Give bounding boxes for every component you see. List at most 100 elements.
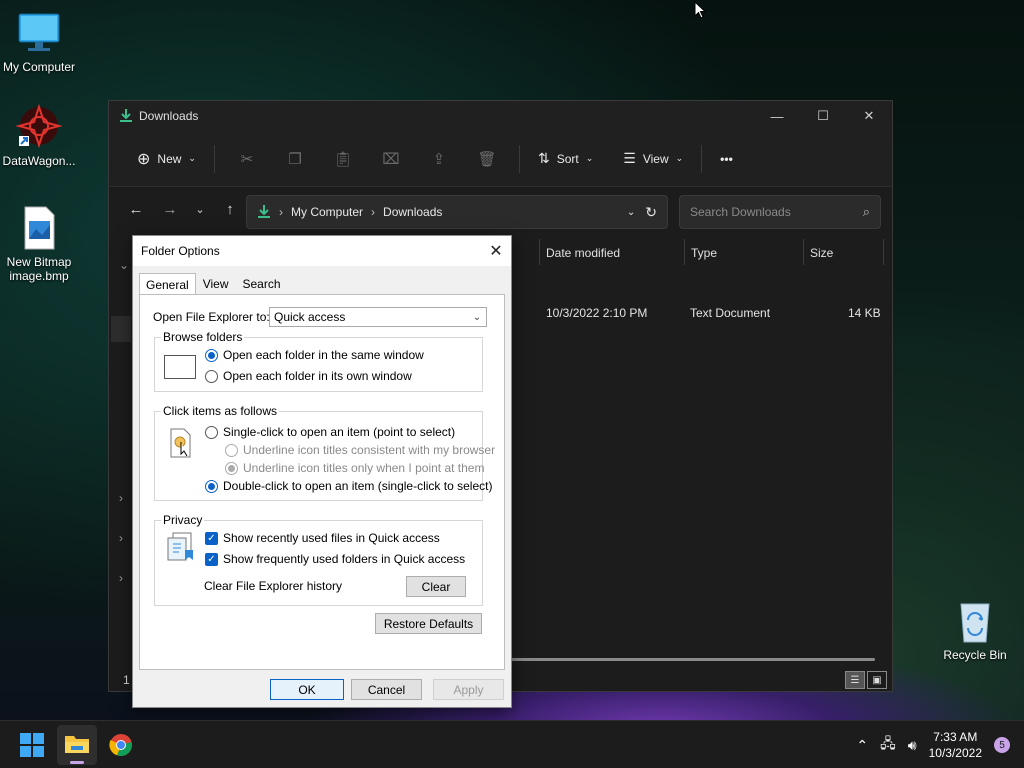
column-header-date[interactable]: Date modified <box>546 239 620 267</box>
chrome-icon[interactable] <box>109 733 133 760</box>
toolbar-divider <box>701 144 703 173</box>
nav-pane-expand-chevron-icon[interactable]: › <box>119 491 123 505</box>
desktop-icon-recycle-bin[interactable]: Recycle Bin <box>936 598 1014 662</box>
breadcrumb-downloads[interactable]: Downloads <box>383 205 442 219</box>
tab-strip: General View Search <box>139 272 288 296</box>
recent-locations-chevron-icon[interactable]: ⌄ <box>185 203 215 216</box>
view-button[interactable]: ☰ View ⌄ <box>613 144 693 173</box>
horizontal-scrollbar[interactable] <box>489 658 875 661</box>
browse-folders-legend: Browse folders <box>161 330 245 344</box>
explorer-titlebar[interactable]: Downloads — ☐ ✕ <box>109 101 892 131</box>
view-button-label: View <box>642 151 669 166</box>
forward-arrow-icon[interactable]: → <box>155 201 185 218</box>
breadcrumb-chevron-icon: › <box>279 205 283 219</box>
clear-history-label: Clear File Explorer history <box>204 579 343 593</box>
sort-button-label: Sort <box>556 151 579 166</box>
click-items-legend: Click items as follows <box>161 404 280 418</box>
radio-double-click[interactable]: Double-click to open an item (single-cli… <box>205 479 492 493</box>
window-preview-icon <box>164 355 196 379</box>
column-divider[interactable] <box>883 239 884 265</box>
radio-label: Underline icon titles only when I point … <box>243 461 485 475</box>
checkmark-icon: ✓ <box>205 552 218 566</box>
desktop-icon-label: DataWagon... <box>2 154 76 168</box>
nav-pane-expand-chevron-icon[interactable]: › <box>119 531 123 545</box>
tab-general[interactable]: General <box>139 273 196 296</box>
column-header-type[interactable]: Type <box>691 239 717 267</box>
radio-own-window[interactable]: Open each folder in its own window <box>205 369 412 383</box>
volume-icon[interactable]: 🔊︎ <box>908 737 917 754</box>
radio-underline-point[interactable]: Underline icon titles only when I point … <box>225 461 484 475</box>
radio-underline-browser[interactable]: Underline icon titles consistent with my… <box>225 443 495 457</box>
checkbox-recent-files[interactable]: ✓ Show recently used files in Quick acce… <box>205 531 440 545</box>
radio-label: Underline icon titles consistent with my… <box>243 443 496 457</box>
breadcrumb-my-computer[interactable]: My Computer <box>291 205 363 219</box>
windows-start-icon[interactable] <box>20 733 44 760</box>
search-box[interactable]: Search Downloads ⌕ <box>679 195 881 229</box>
column-header-size[interactable]: Size <box>810 239 833 267</box>
delete-icon[interactable]: 🗑︎ <box>463 150 511 168</box>
minimize-icon[interactable]: — <box>754 101 800 131</box>
monitor-icon <box>16 10 62 56</box>
column-divider[interactable] <box>539 239 540 265</box>
details-view-icon[interactable]: ☰ <box>845 671 865 689</box>
close-icon[interactable]: ✕ <box>481 241 511 261</box>
dialog-title: Folder Options <box>141 244 220 258</box>
radio-single-click[interactable]: Single-click to open an item (point to s… <box>205 425 455 439</box>
large-icons-view-icon[interactable]: ▣ <box>867 671 887 689</box>
restore-defaults-button[interactable]: Restore Defaults <box>375 613 482 634</box>
privacy-group: Privacy ✓ Show recently used files in Qu… <box>154 513 483 606</box>
toolbar-divider <box>518 144 520 173</box>
column-divider[interactable] <box>803 239 804 265</box>
address-bar[interactable]: › My Computer › Downloads ⌄ ↻ <box>246 195 668 229</box>
checkbox-frequent-folders[interactable]: ✓ Show frequently used folders in Quick … <box>205 552 465 566</box>
mouse-cursor-icon <box>694 0 707 22</box>
sort-icon: ⇅ <box>537 150 550 166</box>
close-icon[interactable]: ✕ <box>846 101 892 131</box>
file-size: 14 KB <box>848 306 881 320</box>
cancel-button[interactable]: Cancel <box>351 679 422 700</box>
chevron-down-icon: ⌄ <box>472 311 482 323</box>
refresh-icon[interactable]: ↻ <box>645 204 657 221</box>
cut-icon[interactable]: ✂ <box>223 150 271 168</box>
rename-icon[interactable]: ⌧ <box>367 150 415 168</box>
radio-label: Single-click to open an item (point to s… <box>223 425 456 439</box>
tab-search[interactable]: Search <box>236 272 288 295</box>
maximize-icon[interactable]: ☐ <box>800 101 846 131</box>
network-icon[interactable]: 🖧︎ <box>880 733 896 757</box>
column-divider[interactable] <box>684 239 685 265</box>
tab-view[interactable]: View <box>196 272 236 295</box>
chevron-up-icon[interactable]: ⌃ <box>856 737 868 754</box>
radio-selected-indicator <box>205 348 218 362</box>
nav-pane-collapse-chevron-icon[interactable]: ⌄ <box>119 258 129 272</box>
radio-same-window[interactable]: Open each folder in the same window <box>205 348 424 362</box>
folder-icon <box>65 736 89 753</box>
nav-pane-expand-chevron-icon[interactable]: › <box>119 571 123 585</box>
checkbox-label: Show frequently used folders in Quick ac… <box>223 552 466 566</box>
ok-button[interactable]: OK <box>270 679 344 700</box>
notification-badge[interactable]: 5 <box>994 737 1010 753</box>
open-to-dropdown[interactable]: Quick access ⌄ <box>269 307 487 327</box>
pointer-document-icon <box>170 428 192 461</box>
new-button[interactable]: ⊕ New ⌄ <box>127 143 206 175</box>
dialog-titlebar[interactable]: Folder Options ✕ <box>133 236 511 266</box>
desktop-icon-new-bitmap[interactable]: New Bitmap image.bmp <box>0 205 78 283</box>
apply-button[interactable]: Apply <box>433 679 504 700</box>
desktop-icon-datawagon[interactable]: DataWagon... <box>0 103 78 168</box>
sort-button[interactable]: ⇅ Sort ⌄ <box>528 144 603 173</box>
paste-icon[interactable]: 📋︎ <box>319 150 367 168</box>
back-arrow-icon[interactable]: ← <box>121 201 151 218</box>
clock[interactable]: 7:33 AM 10/3/2022 <box>929 729 982 761</box>
click-items-group: Click items as follows Single-click to o… <box>154 404 495 501</box>
desktop-icon-my-computer[interactable]: My Computer <box>0 10 78 74</box>
more-options-button[interactable]: ••• <box>710 146 743 172</box>
search-icon: ⌕ <box>862 204 870 219</box>
copy-icon[interactable]: ❐ <box>271 150 319 168</box>
address-history-chevron-icon[interactable]: ⌄ <box>627 207 635 218</box>
datawagon-icon <box>15 103 63 150</box>
nav-pane-selected-item[interactable] <box>111 316 131 342</box>
share-icon[interactable]: ⇪ <box>415 150 463 168</box>
taskbar-file-explorer[interactable] <box>57 725 97 765</box>
up-arrow-icon[interactable]: ↑ <box>215 201 245 218</box>
clear-history-button[interactable]: Clear <box>406 576 466 597</box>
radio-label: Open each folder in its own window <box>223 369 412 383</box>
